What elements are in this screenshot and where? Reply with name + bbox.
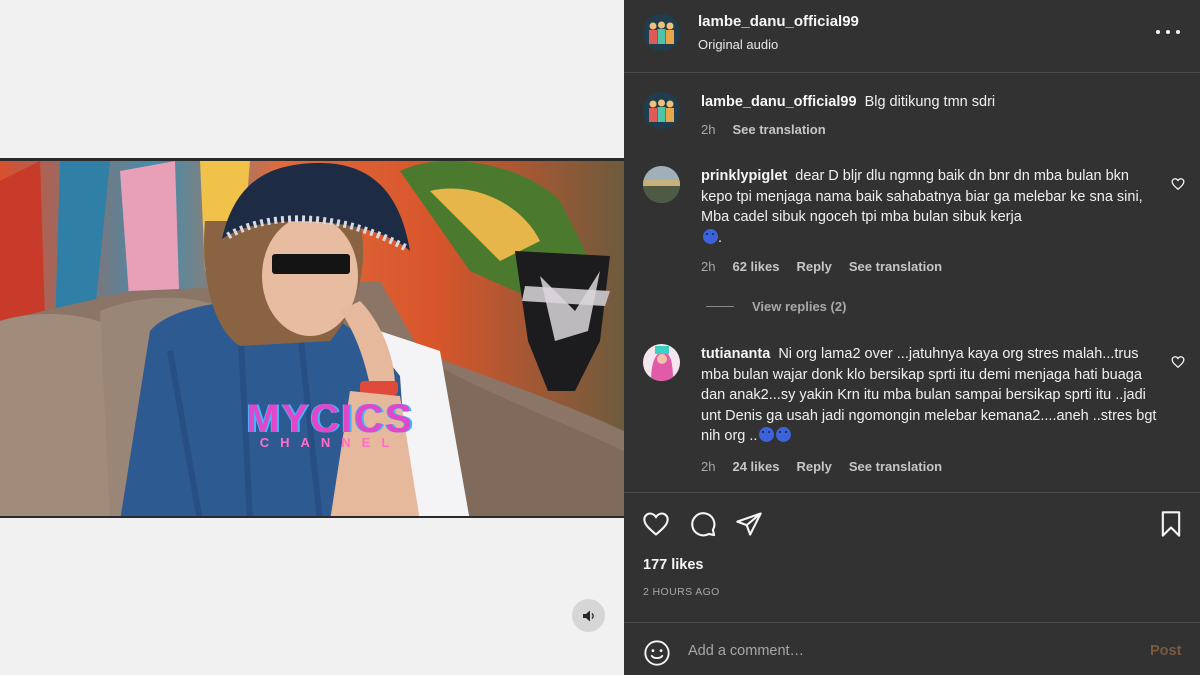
commenter-username[interactable]: tutiananta [701, 346, 770, 362]
watermark-sub: CHANNEL [259, 435, 401, 450]
face-emoji-icon [776, 427, 792, 442]
likes-count[interactable]: 177 likes [643, 557, 703, 573]
avatar-image [643, 166, 680, 203]
see-translation-link[interactable]: See translation [732, 122, 825, 137]
dot-icon [1156, 30, 1160, 34]
like-comment-heart-icon[interactable] [1171, 177, 1185, 191]
caption-username[interactable]: lambe_danu_official99 [701, 94, 857, 110]
author-username[interactable]: lambe_danu_official99 [698, 13, 859, 30]
view-replies-label: View replies (2) [752, 299, 847, 314]
caption-avatar[interactable] [643, 92, 680, 129]
post-panel: lambe_danu_official99 Original audio lam… [624, 0, 1200, 675]
avatar-image [643, 92, 680, 129]
see-translation-link[interactable]: See translation [849, 259, 942, 274]
comment-input[interactable] [688, 637, 1118, 665]
comment-bubble-icon[interactable] [689, 510, 717, 538]
like-comment-heart-icon[interactable] [1171, 355, 1185, 369]
speaker-icon [582, 610, 594, 621]
comment-text: tutiananta Ni org lama2 over ...jatuhnya… [701, 344, 1161, 447]
audio-label[interactable]: Original audio [698, 37, 778, 52]
post-actions: 177 likes 2 HOURS AGO [624, 492, 1200, 622]
replies-divider [706, 306, 734, 307]
commenter-avatar[interactable] [643, 166, 680, 203]
post-timestamp: 2 HOURS AGO [643, 586, 720, 598]
comment-meta: 2h 62 likes Reply See translation [701, 259, 959, 274]
dot-icon [1176, 30, 1180, 34]
comment-trail: . [718, 229, 723, 246]
see-translation-link[interactable]: See translation [849, 459, 942, 474]
more-options-button[interactable] [1156, 22, 1180, 42]
video-frame [0, 161, 624, 516]
comment-composer: Post [624, 622, 1200, 675]
reply-button[interactable]: Reply [796, 459, 831, 474]
dot-icon [1166, 30, 1170, 34]
caption-meta: 2h See translation [701, 122, 843, 137]
comments-section: lambe_danu_official99 Blg ditikung tmn s… [624, 74, 1200, 492]
reply-button[interactable]: Reply [796, 259, 831, 274]
video-player[interactable]: MYCICS CHANNEL [0, 158, 624, 518]
comment-time: 2h [701, 459, 716, 474]
share-paper-plane-icon[interactable] [735, 510, 763, 538]
emoji-smile-icon[interactable] [643, 639, 671, 667]
comment-time: 2h [701, 259, 716, 274]
caption-time: 2h [701, 122, 716, 137]
comment-likes[interactable]: 24 likes [732, 459, 779, 474]
avatar-image [643, 344, 680, 381]
video-watermark: MYCICS CHANNEL [240, 399, 420, 450]
view-replies-button[interactable]: View replies (2) [706, 299, 846, 314]
post-header: lambe_danu_official99 Original audio [624, 0, 1200, 73]
commenter-avatar[interactable] [643, 344, 680, 381]
audio-toggle-button[interactable] [572, 599, 605, 632]
commenter-username[interactable]: prinklypiglet [701, 168, 787, 184]
author-avatar[interactable] [643, 14, 680, 51]
caption-text: lambe_danu_official99 Blg ditikung tmn s… [701, 92, 1161, 113]
watermark-main: MYCICS [246, 397, 414, 441]
media-panel: MYCICS CHANNEL [0, 0, 624, 675]
caption-body: Blg ditikung tmn sdri [864, 94, 996, 110]
post-comment-button[interactable]: Post [1150, 643, 1181, 659]
comment-text: prinklypiglet dear D bljr dlu ngmng baik… [701, 166, 1161, 248]
avatar-image [643, 14, 680, 51]
face-emoji-icon [759, 427, 775, 442]
bookmark-icon[interactable] [1157, 510, 1185, 538]
face-emoji-icon [703, 228, 718, 244]
like-heart-icon[interactable] [642, 510, 670, 538]
comment-meta: 2h 24 likes Reply See translation [701, 459, 959, 474]
comment-likes[interactable]: 62 likes [732, 259, 779, 274]
